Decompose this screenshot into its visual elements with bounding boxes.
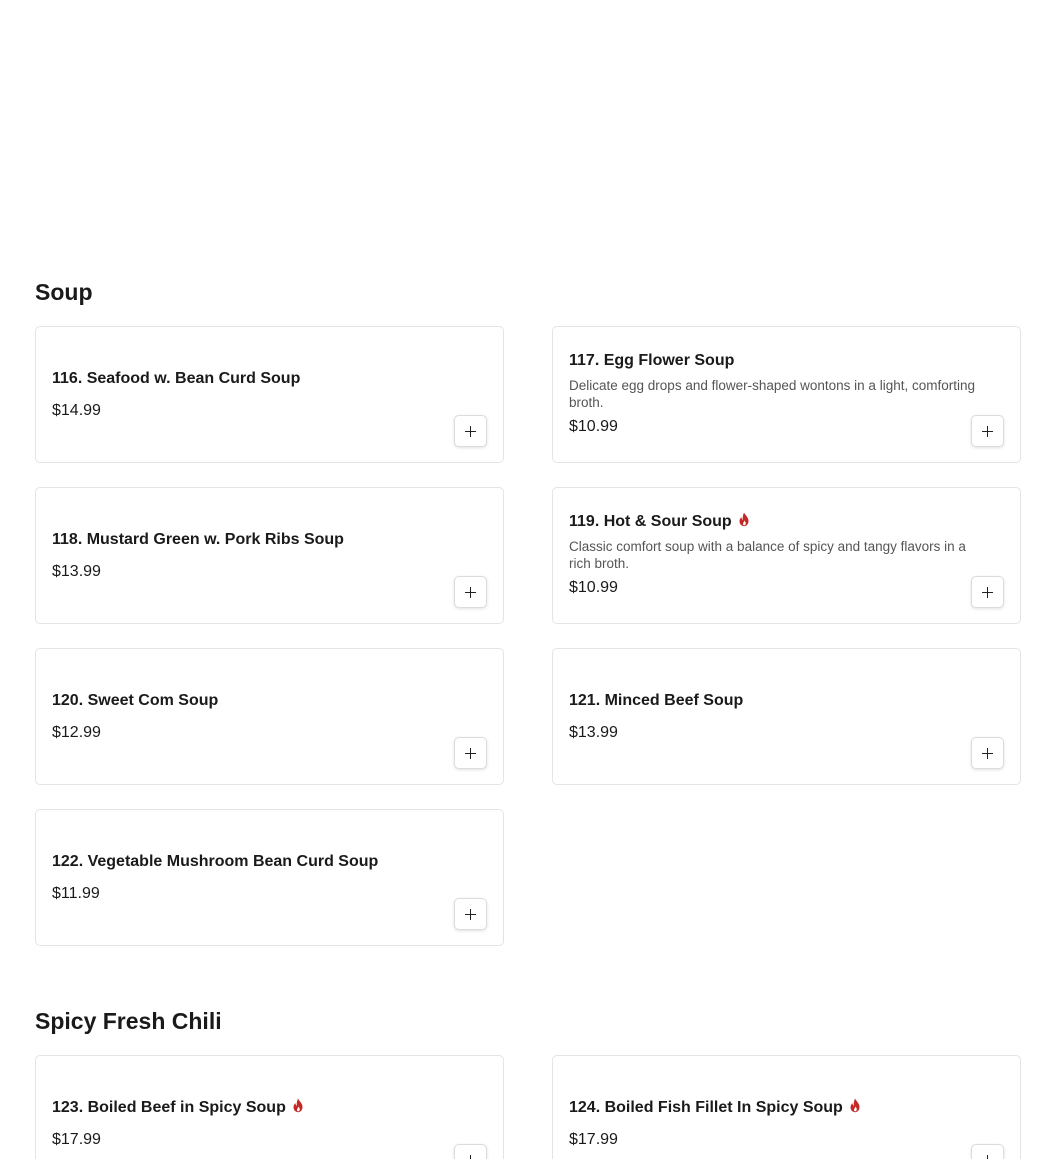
item-price: $12.99: [52, 723, 101, 741]
menu-item-card[interactable]: 117. Egg Flower Soup Delicate egg drops …: [552, 326, 1021, 463]
item-name: 123. Boiled Beef in Spicy Soup: [52, 1098, 443, 1118]
item-price: $13.99: [52, 562, 101, 580]
menu-item-card[interactable]: 118. Mustard Green w. Pork Ribs Soup $13…: [35, 487, 504, 624]
item-name: 124. Boiled Fish Fillet In Spicy Soup: [569, 1098, 960, 1118]
section-title: Soup: [35, 279, 93, 305]
add-item-button[interactable]: [454, 415, 487, 447]
flame-icon: [850, 1098, 860, 1113]
add-item-button[interactable]: [454, 576, 487, 608]
menu-item-card[interactable]: 119. Hot & Sour Soup Classic comfort sou…: [552, 487, 1021, 624]
item-name: 119. Hot & Sour Soup: [569, 512, 960, 532]
plus-icon: [465, 425, 476, 437]
menu-item-card[interactable]: 123. Boiled Beef in Spicy Soup $17.99: [35, 1055, 504, 1159]
plus-icon: [465, 747, 476, 759]
item-name: 118. Mustard Green w. Pork Ribs Soup: [52, 530, 344, 548]
menu-page: Soup 116. Seafood w. Bean Curd Soup $14.…: [0, 0, 1050, 1159]
menu-section-soup: Soup 116. Seafood w. Bean Curd Soup $14.…: [35, 276, 1021, 946]
add-item-button[interactable]: [454, 737, 487, 769]
item-price: $17.99: [52, 1130, 101, 1148]
item-name: 120. Sweet Com Soup: [52, 691, 219, 709]
item-name: 117. Egg Flower Soup: [569, 351, 735, 369]
add-item-button[interactable]: [971, 576, 1004, 608]
menu-item-card[interactable]: 120. Sweet Com Soup $12.99: [35, 648, 504, 785]
item-price: $14.99: [52, 401, 101, 419]
flame-icon: [739, 512, 749, 527]
menu-item-card[interactable]: 124. Boiled Fish Fillet In Spicy Soup $1…: [552, 1055, 1021, 1159]
item-price: $17.99: [569, 1130, 618, 1148]
item-description: Classic comfort soup with a balance of s…: [569, 538, 966, 571]
plus-icon: [982, 425, 993, 437]
menu-item-card[interactable]: 122. Vegetable Mushroom Bean Curd Soup $…: [35, 809, 504, 946]
section-title: Spicy Fresh Chili: [35, 1008, 222, 1034]
plus-icon: [465, 908, 476, 920]
item-price: $10.99: [569, 578, 618, 596]
add-item-button[interactable]: [971, 415, 1004, 447]
add-item-button[interactable]: [454, 1144, 487, 1159]
flame-icon: [293, 1098, 303, 1113]
menu-items-grid: 116. Seafood w. Bean Curd Soup $14.99 11…: [35, 326, 1021, 946]
item-price: $10.99: [569, 417, 618, 435]
menu-items-grid: 123. Boiled Beef in Spicy Soup $17.99 12…: [35, 1055, 1021, 1159]
item-name: 122. Vegetable Mushroom Bean Curd Soup: [52, 852, 379, 870]
menu-section-spicy-fresh-chili: Spicy Fresh Chili 123. Boiled Beef in Sp…: [35, 1005, 1021, 1159]
item-price: $13.99: [569, 723, 618, 741]
plus-icon: [465, 586, 476, 598]
item-name: 116. Seafood w. Bean Curd Soup: [52, 369, 301, 387]
item-description: Delicate egg drops and flower-shaped won…: [569, 377, 975, 410]
item-price: $11.99: [52, 884, 100, 902]
add-item-button[interactable]: [971, 1144, 1004, 1159]
item-name: 121. Minced Beef Soup: [569, 691, 744, 709]
plus-icon: [465, 1154, 476, 1159]
add-item-button[interactable]: [454, 898, 487, 930]
plus-icon: [982, 747, 993, 759]
menu-item-card[interactable]: 121. Minced Beef Soup $13.99: [552, 648, 1021, 785]
plus-icon: [982, 586, 993, 598]
add-item-button[interactable]: [971, 737, 1004, 769]
menu-item-card[interactable]: 116. Seafood w. Bean Curd Soup $14.99: [35, 326, 504, 463]
plus-icon: [982, 1154, 993, 1159]
